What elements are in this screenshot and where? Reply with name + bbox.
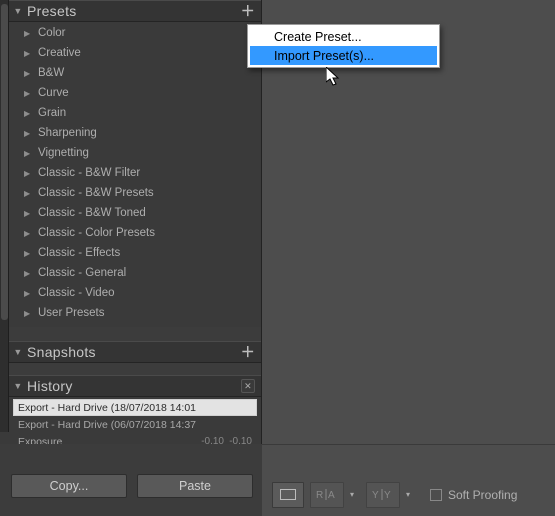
- preset-group[interactable]: ▶Curve: [9, 83, 261, 103]
- scrollbar-thumb[interactable]: [1, 4, 8, 320]
- svg-text:Y: Y: [384, 490, 392, 500]
- copy-button[interactable]: Copy...: [11, 474, 127, 498]
- scrollbar-cap: [0, 432, 9, 444]
- dropdown-icon[interactable]: ▾: [350, 490, 360, 499]
- preset-group[interactable]: ▶Creative: [9, 43, 261, 63]
- preset-group[interactable]: ▶Classic - General: [9, 263, 261, 283]
- triangle-right-icon: ▶: [24, 289, 36, 298]
- history-header[interactable]: ▼ History ✕: [9, 375, 261, 397]
- preset-group-label: B&W: [36, 67, 64, 79]
- triangle-down-icon: ▼: [13, 347, 23, 357]
- bottom-bar-left: Copy... Paste: [0, 444, 262, 516]
- triangle-right-icon: ▶: [24, 209, 36, 218]
- preset-group[interactable]: ▶User Presets: [9, 303, 261, 323]
- triangle-right-icon: ▶: [24, 249, 36, 258]
- history-label: Export - Hard Drive (18/07/2018 14:01:: [18, 402, 196, 414]
- triangle-right-icon: ▶: [24, 69, 36, 78]
- preset-group-label: Vignetting: [36, 147, 89, 159]
- preset-group[interactable]: ▶Classic - Color Presets: [9, 223, 261, 243]
- preset-group-label: User Presets: [36, 307, 104, 319]
- preset-group[interactable]: ▶Grain: [9, 103, 261, 123]
- preset-group-label: Creative: [36, 47, 81, 59]
- svg-text:Y: Y: [372, 490, 380, 500]
- paste-button[interactable]: Paste: [137, 474, 253, 498]
- preset-group-label: Classic - General: [36, 267, 126, 279]
- viewer-area: [262, 0, 555, 516]
- menu-create-preset[interactable]: Create Preset...: [250, 27, 437, 46]
- triangle-down-icon: ▼: [13, 381, 23, 391]
- history-item[interactable]: Export - Hard Drive (18/07/2018 14:01:: [13, 399, 257, 416]
- triangle-down-icon: ▼: [13, 6, 23, 16]
- preset-group[interactable]: ▶Color: [9, 23, 261, 43]
- preset-group-label: Curve: [36, 87, 69, 99]
- preset-group-label: Classic - B&W Toned: [36, 207, 146, 219]
- history-item[interactable]: Export - Hard Drive (06/07/2018 14:37:: [13, 416, 257, 433]
- preset-group[interactable]: ▶Classic - B&W Presets: [9, 183, 261, 203]
- context-menu: Create Preset... Import Preset(s)...: [247, 24, 440, 68]
- history-title: History: [27, 378, 241, 394]
- preset-group[interactable]: ▶Classic - B&W Filter: [9, 163, 261, 183]
- triangle-right-icon: ▶: [24, 169, 36, 178]
- triangle-right-icon: ▶: [24, 149, 36, 158]
- reference-view-button[interactable]: R A: [310, 482, 344, 508]
- triangle-right-icon: ▶: [24, 29, 36, 38]
- section-snapshots: ▼ Snapshots ＋: [9, 341, 261, 363]
- preset-group-label: Classic - B&W Filter: [36, 167, 140, 179]
- preset-group-label: Grain: [36, 107, 66, 119]
- scrollbar-track[interactable]: [0, 0, 9, 444]
- side-panel: ▼ Presets ＋ ▶Color▶Creative▶B&W▶Curve▶Gr…: [0, 0, 262, 516]
- presets-title: Presets: [27, 3, 241, 19]
- svg-text:A: A: [328, 490, 336, 500]
- loupe-view-button[interactable]: [272, 482, 304, 508]
- preset-group[interactable]: ▶Classic - Effects: [9, 243, 261, 263]
- add-snapshot-icon[interactable]: ＋: [241, 345, 255, 359]
- triangle-right-icon: ▶: [24, 129, 36, 138]
- preset-group[interactable]: ▶Classic - B&W Toned: [9, 203, 261, 223]
- checkbox-icon[interactable]: [430, 489, 442, 501]
- svg-text:R: R: [316, 490, 324, 500]
- triangle-right-icon: ▶: [24, 269, 36, 278]
- add-preset-icon[interactable]: ＋: [241, 4, 255, 18]
- dropdown-icon[interactable]: ▾: [406, 490, 416, 499]
- section-presets: ▼ Presets ＋ ▶Color▶Creative▶B&W▶Curve▶Gr…: [9, 0, 261, 327]
- preset-tree: ▶Color▶Creative▶B&W▶Curve▶Grain▶Sharpeni…: [9, 22, 261, 327]
- snapshots-title: Snapshots: [27, 344, 241, 360]
- triangle-right-icon: ▶: [24, 49, 36, 58]
- snapshots-header[interactable]: ▼ Snapshots ＋: [9, 341, 261, 363]
- preset-group[interactable]: ▶Vignetting: [9, 143, 261, 163]
- preset-group-label: Color: [36, 27, 65, 39]
- soft-proofing-label: Soft Proofing: [448, 488, 517, 502]
- preset-group-label: Classic - Color Presets: [36, 227, 155, 239]
- preset-group[interactable]: ▶Classic - Video: [9, 283, 261, 303]
- before-after-view-button[interactable]: Y Y: [366, 482, 400, 508]
- clear-history-icon[interactable]: ✕: [241, 379, 255, 393]
- triangle-right-icon: ▶: [24, 89, 36, 98]
- preset-group-label: Classic - Effects: [36, 247, 120, 259]
- menu-import-presets[interactable]: Import Preset(s)...: [250, 46, 437, 65]
- preset-group-label: Sharpening: [36, 127, 97, 139]
- triangle-right-icon: ▶: [24, 189, 36, 198]
- preset-group[interactable]: ▶B&W: [9, 63, 261, 83]
- preset-group-label: Classic - B&W Presets: [36, 187, 154, 199]
- triangle-right-icon: ▶: [24, 109, 36, 118]
- history-label: Export - Hard Drive (06/07/2018 14:37:: [18, 419, 196, 431]
- preset-group-label: Classic - Video: [36, 287, 115, 299]
- soft-proofing-toggle[interactable]: Soft Proofing: [430, 488, 517, 502]
- bottom-bar-right: R A ▾ Y Y ▾ Soft Proofing: [262, 444, 555, 516]
- triangle-right-icon: ▶: [24, 229, 36, 238]
- presets-header[interactable]: ▼ Presets ＋: [9, 0, 261, 22]
- triangle-right-icon: ▶: [24, 309, 36, 318]
- preset-group[interactable]: ▶Sharpening: [9, 123, 261, 143]
- section-history: ▼ History ✕ Export - Hard Drive (18/07/2…: [9, 375, 261, 454]
